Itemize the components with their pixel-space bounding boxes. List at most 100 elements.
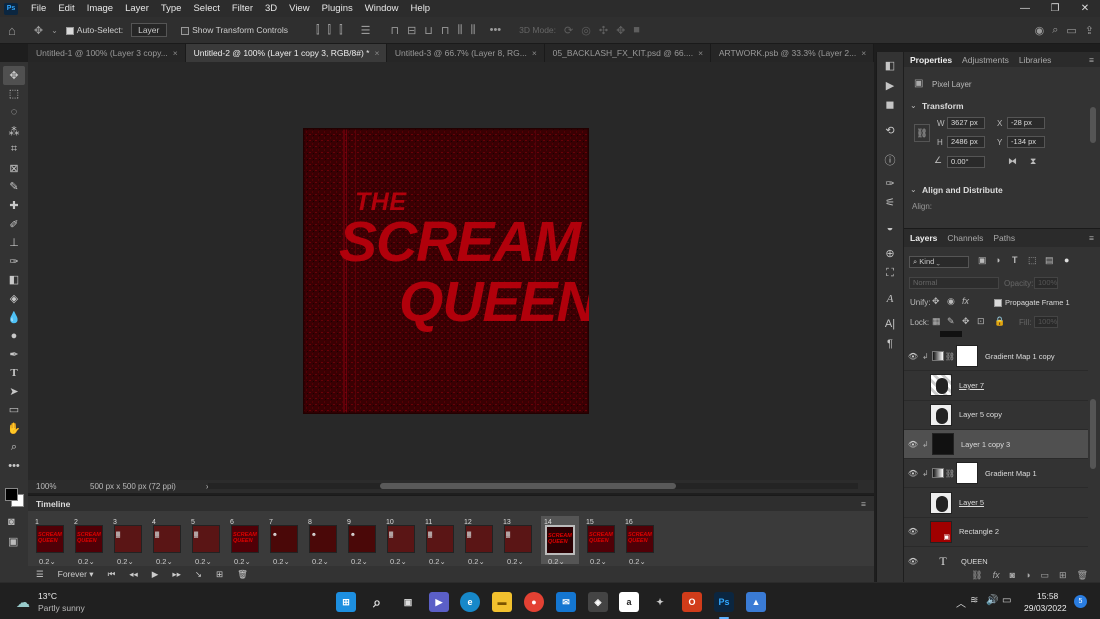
layer-row-selected[interactable]: 👁 ↲ Layer 1 copy 3	[904, 429, 1088, 460]
align-right-icon[interactable]: ⫿	[339, 24, 343, 37]
brush-settings-icon[interactable]: ✑	[885, 174, 894, 194]
timeline-frame[interactable]: 1 SCREAM QUEEN 0.2⌄	[32, 516, 64, 566]
menu-layer[interactable]: Layer	[119, 3, 155, 14]
new-group-icon[interactable]: ▭	[1041, 570, 1050, 581]
amazon-icon[interactable]: a	[619, 592, 639, 612]
marquee-tool-icon[interactable]: ⬚	[3, 85, 25, 104]
filter-adjustment-icon[interactable]: ◑	[995, 255, 1000, 265]
healing-brush-icon[interactable]: ✚	[3, 196, 25, 215]
more-tools-icon[interactable]: •••	[3, 456, 25, 475]
menu-type[interactable]: Type	[155, 3, 188, 14]
dropbox-icon[interactable]: ✦	[650, 592, 670, 612]
filter-pixel-icon[interactable]: ▣	[978, 255, 987, 266]
tab-libraries[interactable]: Libraries	[1019, 55, 1052, 65]
align-center-icon[interactable]: ⫿	[328, 24, 332, 37]
fill-field[interactable]: 100%	[1034, 316, 1058, 328]
zoom-tool-icon[interactable]: ⌕	[3, 438, 25, 457]
y-field[interactable]: -134 px	[1007, 136, 1045, 148]
frame-tool-icon[interactable]: ⊠	[3, 159, 25, 178]
tab-backlash-fx-kit[interactable]: 05_BACKLASH_FX_KIT.psd @ 66.... ×	[545, 44, 711, 62]
align-left-icon[interactable]: ⫿	[316, 24, 320, 37]
timeline-frame[interactable]: 3 ▓ 0.2⌄	[110, 516, 142, 566]
convert-timeline-icon[interactable]: ☰	[36, 569, 44, 580]
tab-untitled-2[interactable]: Untitled-2 @ 100% (Layer 1 copy 3, RGB/8…	[185, 44, 387, 62]
pen-tool-icon[interactable]: ✒	[3, 345, 25, 364]
weather-temp[interactable]: 13°C	[38, 591, 57, 601]
lasso-tool-icon[interactable]: ◌	[3, 103, 25, 122]
share-icon[interactable]: ⇪	[1085, 24, 1094, 37]
filter-shape-icon[interactable]: ⬚	[1028, 255, 1037, 266]
wifi-icon[interactable]: ≋	[970, 595, 978, 606]
start-icon[interactable]: ⊞	[336, 592, 356, 612]
timeline-frame-selected[interactable]: 14 SCREAM QUEEN 0.2⌄	[541, 516, 579, 566]
adjustments-icon[interactable]: ⚟	[885, 193, 895, 213]
lock-pixels-icon[interactable]: ✎	[947, 316, 955, 327]
close-icon[interactable]: ×	[374, 48, 379, 58]
timeline-frame[interactable]: 9 ☻ 0.2⌄	[344, 516, 376, 566]
menu-3d[interactable]: 3D	[259, 3, 283, 14]
tab-paths[interactable]: Paths	[993, 233, 1015, 243]
horizontal-scrollbar[interactable]	[208, 483, 858, 489]
history-icon[interactable]: ⟲	[885, 121, 894, 141]
unify-visibility-icon[interactable]: ◉	[947, 296, 955, 307]
tab-channels[interactable]: Channels	[947, 233, 983, 243]
timeline-frame[interactable]: 16 SCREAM QUEEN 0.2⌄	[622, 516, 654, 566]
opacity-field[interactable]: 100%	[1034, 277, 1058, 289]
file-explorer-icon[interactable]: ▬	[492, 592, 512, 612]
tab-untitled-1[interactable]: Untitled-1 @ 100% (Layer 3 copy... ×	[28, 44, 186, 62]
minimize-button[interactable]: —	[1010, 3, 1040, 14]
properties-scrollbar[interactable]	[1090, 107, 1096, 143]
chrome-icon[interactable]: ●	[524, 592, 544, 612]
delete-layer-icon[interactable]: 🗑	[1077, 570, 1088, 581]
add-mask-icon[interactable]: ◙	[1010, 570, 1015, 580]
lock-artboard-icon[interactable]: ⊡	[977, 316, 985, 327]
chevron-down-icon[interactable]: ⌄	[51, 26, 58, 35]
color-swatches[interactable]	[3, 486, 27, 508]
timeline-frame[interactable]: 11 ▓ 0.2⌄	[422, 516, 454, 566]
filter-smart-icon[interactable]: ▤	[1045, 255, 1054, 266]
show-transform-checkbox[interactable]: Show Transform Controls	[181, 25, 288, 35]
filter-type-icon[interactable]: T	[1012, 255, 1018, 265]
search-icon[interactable]: ⌕	[367, 592, 387, 612]
tab-adjustments[interactable]: Adjustments	[962, 55, 1009, 65]
propagate-frame-checkbox[interactable]: Propagate Frame 1	[994, 297, 1070, 307]
history-brush-icon[interactable]: ✑	[3, 252, 25, 271]
lock-position-icon[interactable]: ✥	[962, 316, 970, 327]
more-icon[interactable]: •••	[490, 24, 502, 36]
layers-scrollbar[interactable]	[1090, 399, 1096, 469]
weather-icon[interactable]: ☁	[16, 594, 30, 611]
width-field[interactable]: 3627 px	[947, 117, 985, 129]
timeline-frame[interactable]: 2 SCREAM QUEEN 0.2⌄	[71, 516, 103, 566]
timeline-frame[interactable]: 10 ▓ 0.2⌄	[383, 516, 415, 566]
angle-field[interactable]: 0.00°	[947, 156, 985, 168]
layer-row[interactable]: 👁 ▣ Rectangle 2	[904, 518, 1088, 548]
3d-orbit-icon[interactable]: ⟳	[564, 24, 573, 37]
layer-row[interactable]: Layer 5 copy	[904, 401, 1088, 430]
menu-select[interactable]: Select	[187, 3, 225, 14]
distribute-vertical-icon[interactable]: ⊓	[441, 24, 450, 37]
3d-slide-icon[interactable]: ✥	[616, 24, 625, 37]
edge-icon[interactable]: e	[460, 592, 480, 612]
timeline-frame[interactable]: 12 ▓ 0.2⌄	[461, 516, 493, 566]
notification-badge[interactable]: 5	[1074, 595, 1087, 608]
screen-mode-icon[interactable]: ▣	[8, 535, 18, 548]
actions-play-icon[interactable]: ▶	[886, 76, 894, 96]
visibility-eye-icon[interactable]: 👁	[904, 352, 922, 361]
close-button[interactable]: ✕	[1070, 3, 1100, 14]
teams-icon[interactable]: ▶	[429, 592, 449, 612]
first-frame-icon[interactable]: ⏮	[108, 569, 116, 580]
new-layer-icon[interactable]: ⊞	[1059, 570, 1067, 581]
chevron-down-icon[interactable]: ⌄	[910, 185, 917, 194]
type-tool-icon[interactable]: T	[3, 364, 25, 383]
distribute-h-icon[interactable]: ⫼	[457, 24, 462, 37]
tab-properties[interactable]: Properties	[910, 55, 952, 65]
office-icon[interactable]: O	[682, 592, 702, 612]
panel-menu-icon[interactable]: ≡	[1089, 233, 1094, 243]
align-bottom-icon[interactable]: ⊔	[424, 24, 433, 37]
delete-frame-icon[interactable]: 🗑	[237, 569, 248, 580]
previous-frame-icon[interactable]: ◂◂	[129, 569, 138, 580]
chevron-down-icon[interactable]: ⌄	[910, 101, 917, 110]
layer-row[interactable]: 👁 ↲ ⛓ Gradient Map 1	[904, 459, 1088, 489]
3d-roll-icon[interactable]: ◎	[581, 24, 591, 37]
search-icon[interactable]: ⌕	[1052, 24, 1058, 37]
